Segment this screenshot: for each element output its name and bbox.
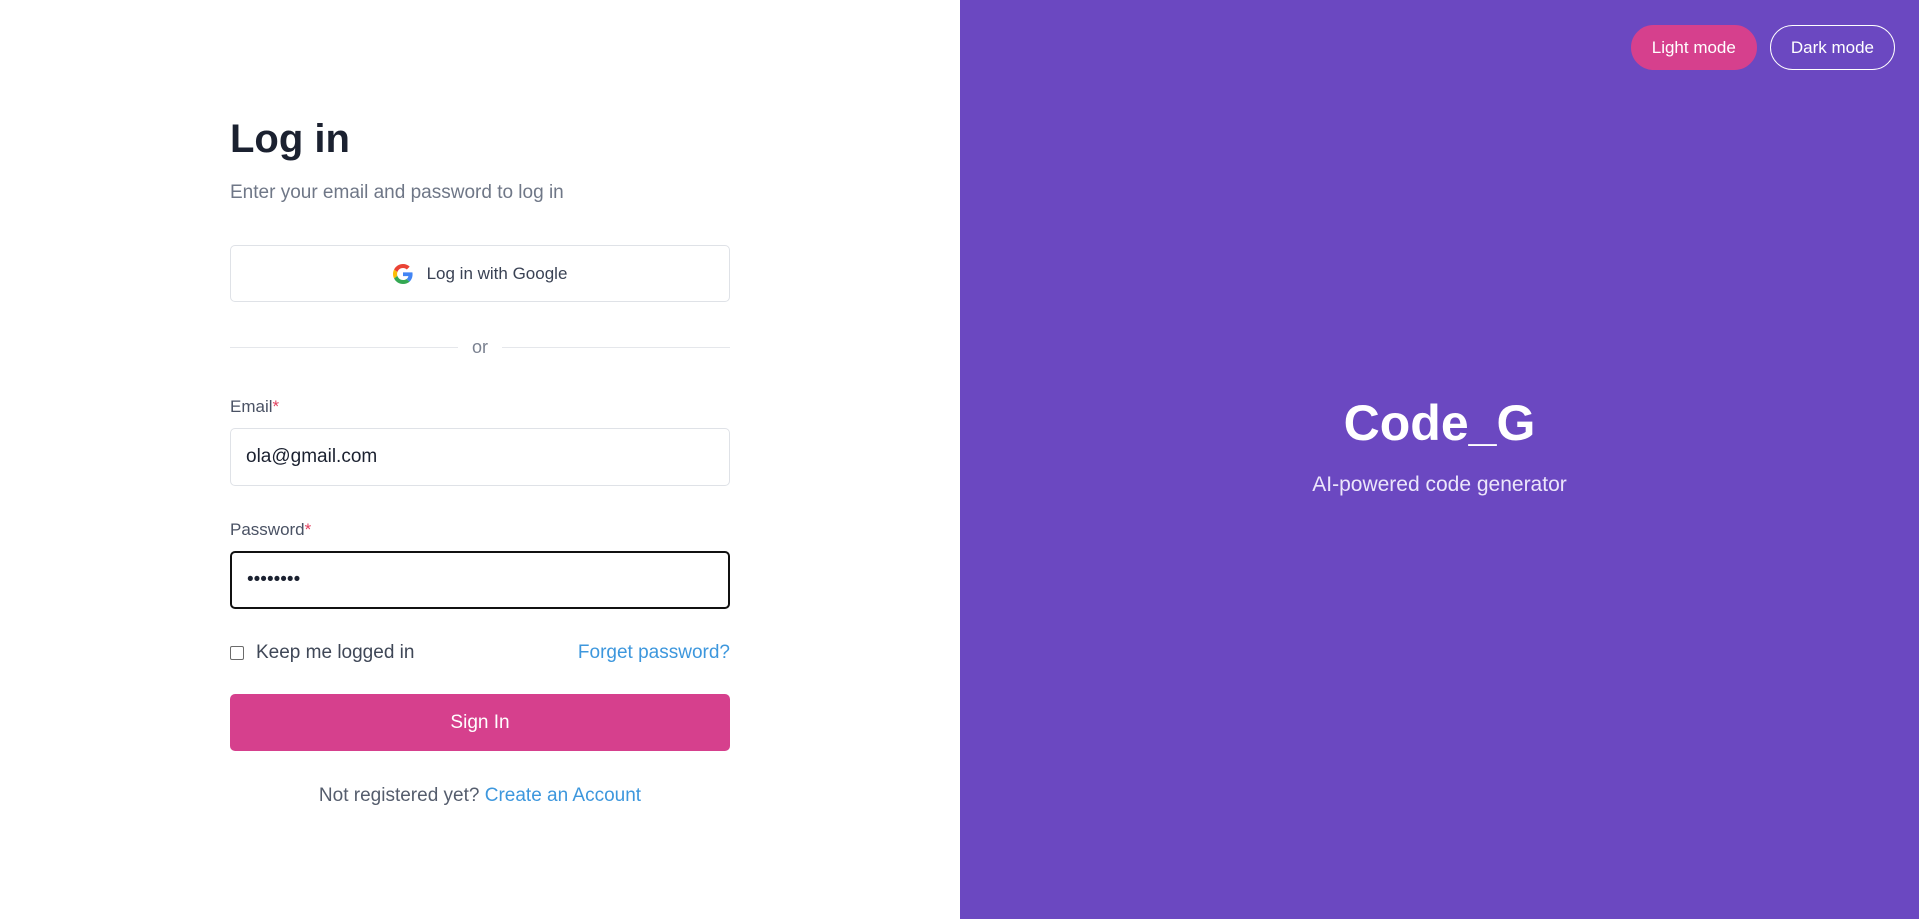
not-registered-text: Not registered yet? (318, 785, 480, 806)
login-options-row: Keep me logged in Forget password? (230, 642, 730, 664)
divider-line-right (502, 347, 731, 348)
keep-logged-in[interactable]: Keep me logged in (230, 642, 414, 664)
brand-name: Code_G (1343, 394, 1536, 451)
theme-switch: Light mode Dark mode (1630, 25, 1895, 70)
page-subtitle: Enter your email and password to log in (230, 182, 564, 203)
dark-mode-button[interactable]: Dark mode (1769, 25, 1895, 70)
keep-logged-in-label: Keep me logged in (256, 642, 415, 663)
google-login-button[interactable]: Log in with Google (230, 245, 730, 302)
google-icon (392, 263, 413, 284)
forget-password-link[interactable]: Forget password? (578, 642, 730, 664)
email-required-marker: * (272, 397, 280, 416)
brand-tagline: AI-powered code generator (1312, 472, 1567, 496)
divider-line-left (230, 347, 458, 348)
login-page: Log in Enter your email and password to … (0, 0, 1919, 919)
create-account-link[interactable]: Create an Account (485, 785, 641, 806)
email-field[interactable] (230, 428, 730, 486)
password-label-text: Password (230, 520, 305, 539)
email-label-text: Email (230, 397, 273, 416)
password-required-marker: * (304, 520, 312, 539)
light-mode-button[interactable]: Light mode (1630, 25, 1757, 70)
login-panel: Log in Enter your email and password to … (0, 0, 960, 919)
brand-panel: Light mode Dark mode Code_G AI-powered c… (960, 0, 1919, 919)
login-form: Log in Enter your email and password to … (230, 115, 731, 807)
password-field[interactable] (230, 551, 730, 609)
page-title: Log in (230, 117, 350, 161)
or-divider: or (230, 337, 731, 358)
register-prompt: Not registered yet? Create an Account (230, 785, 730, 807)
keep-logged-in-checkbox[interactable] (230, 646, 244, 660)
google-login-label: Log in with Google (426, 263, 568, 283)
email-label: Email* (230, 396, 730, 418)
sign-in-button[interactable]: Sign In (230, 694, 730, 751)
password-label: Password* (230, 519, 730, 541)
divider-text: or (472, 337, 489, 357)
